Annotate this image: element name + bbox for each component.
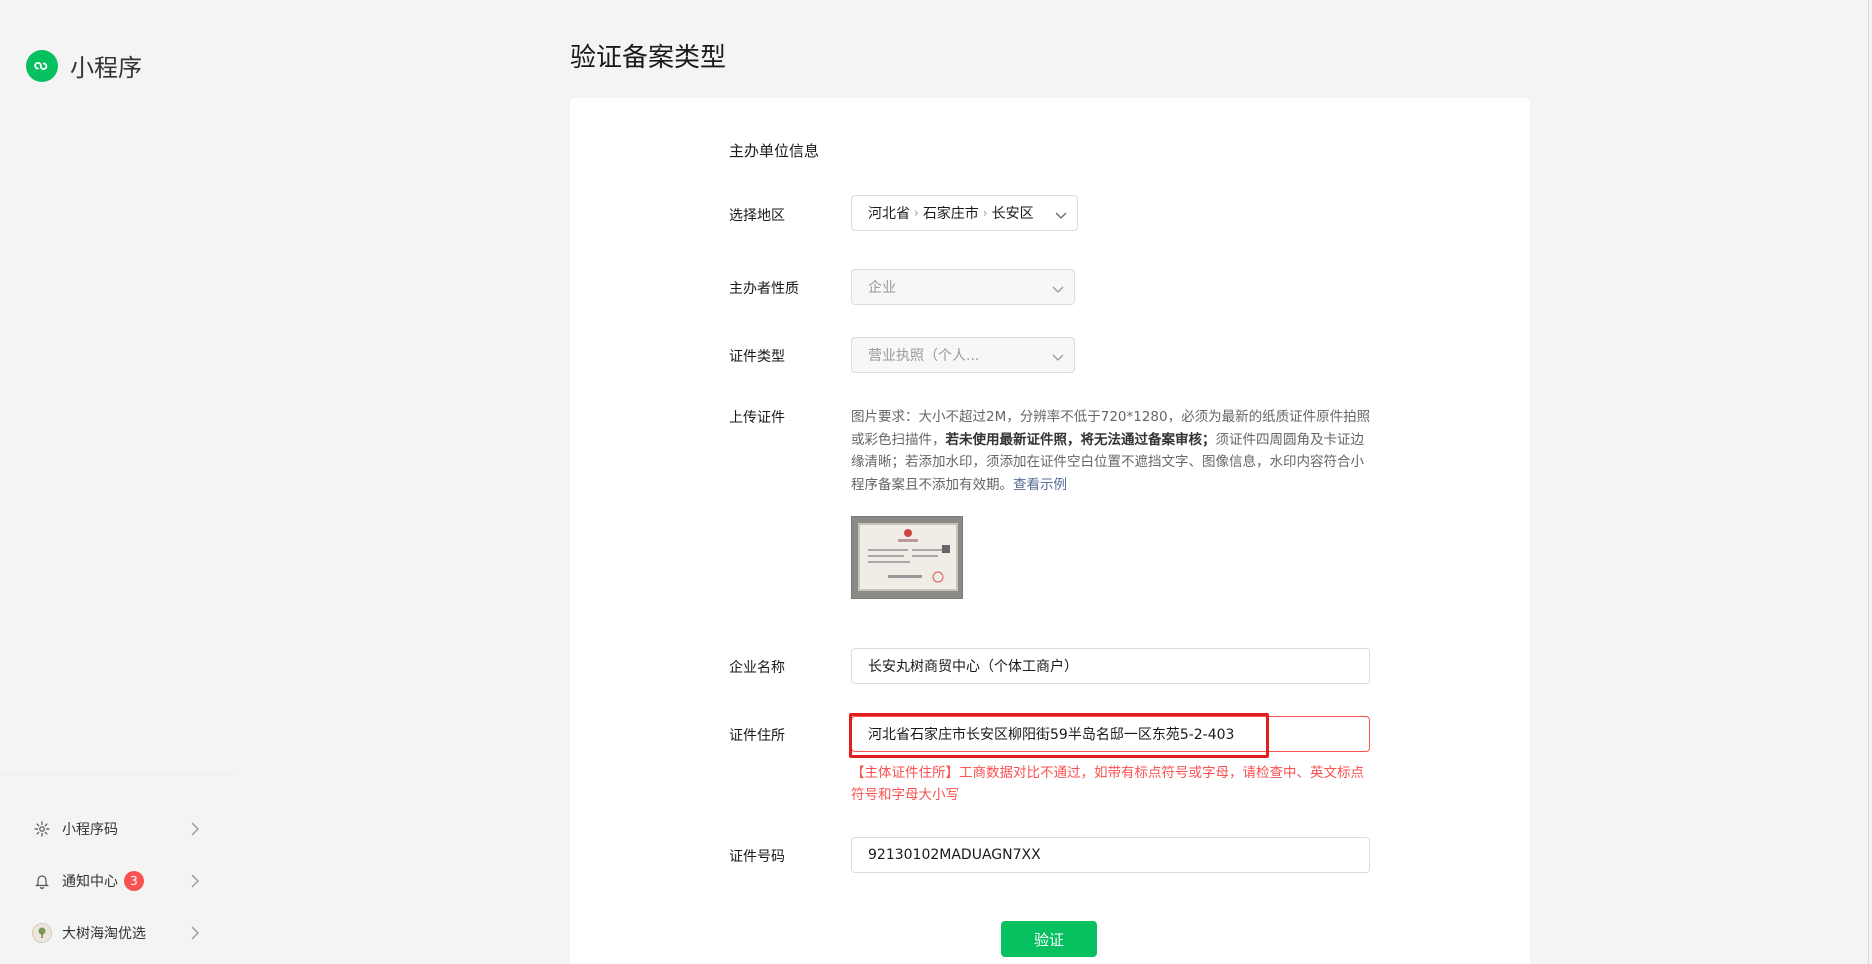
section-title: 主办单位信息	[729, 142, 820, 160]
company-name-input[interactable]: 长安丸树商贸中心（个体工商户）	[851, 648, 1370, 684]
chevron-right-icon	[190, 821, 200, 841]
upload-requirements: 图片要求：大小不超过2M，分辨率不低于720*1280，必须为最新的纸质证件原件…	[851, 406, 1371, 496]
sidebar-item-label: 通知中心	[62, 874, 118, 890]
license-image	[858, 523, 958, 591]
app-logo[interactable]: 小程序	[26, 48, 142, 83]
cert-type-label: 证件类型	[729, 349, 785, 365]
district-value: 长安区	[991, 206, 1034, 222]
chevron-right-icon	[190, 873, 200, 893]
organizer-type-value: 企业	[868, 280, 896, 296]
page-title: 验证备案类型	[570, 43, 727, 73]
sidebar-item-label: 小程序码	[62, 822, 118, 838]
region-label: 选择地区	[729, 208, 785, 224]
province-value: 河北省	[868, 206, 910, 222]
sidebar-item-label: 大树海淘优选	[62, 926, 146, 942]
cert-number-input[interactable]: 92130102MADUAGN7XX	[851, 837, 1370, 873]
sidebar-item-qrcode[interactable]: 小程序码	[32, 817, 200, 841]
notification-count-badge: 3	[124, 871, 144, 891]
uploaded-license-thumbnail[interactable]	[851, 516, 963, 599]
chevron-down-icon	[1055, 208, 1067, 224]
organizer-type-label: 主办者性质	[729, 281, 799, 297]
company-name-value: 长安丸树商贸中心（个体工商户）	[868, 659, 1078, 675]
sidebar-item-notifications[interactable]: 通知中心 3	[32, 869, 200, 893]
tree-avatar-icon	[32, 923, 52, 943]
account-avatar	[32, 923, 52, 943]
scrollbar-track-line	[1868, 0, 1869, 964]
app-name: 小程序	[70, 54, 142, 82]
company-name-label: 企业名称	[729, 660, 785, 676]
upload-hint-warning: 若未使用最新证件照，将无法通过备案审核；	[945, 431, 1216, 448]
city-value: 石家庄市	[922, 206, 979, 222]
qrcode-sun-icon	[32, 819, 52, 839]
organizer-type-select[interactable]: 企业	[851, 269, 1075, 305]
chevron-right-icon: ›	[982, 206, 988, 220]
chevron-down-icon	[1052, 282, 1064, 298]
highlight-annotation-box	[849, 713, 1269, 758]
view-example-link[interactable]: 查看示例	[1013, 477, 1067, 493]
chevron-right-icon: ›	[914, 206, 919, 220]
cert-number-value: 92130102MADUAGN7XX	[868, 847, 1041, 863]
bell-icon	[32, 871, 52, 891]
sidebar-item-account[interactable]: 大树海淘优选	[32, 921, 200, 945]
sidebar: 小程序 小程序码 通知中心 3 大树海淘优选	[0, 0, 235, 964]
verify-button[interactable]: 验证	[1001, 921, 1097, 957]
region-selector[interactable]: 河北省 › 石家庄市 › 长安区	[851, 195, 1078, 231]
upload-label: 上传证件	[729, 410, 785, 426]
cert-number-label: 证件号码	[729, 849, 785, 865]
cert-type-select[interactable]: 营业执照（个人...	[851, 337, 1075, 373]
cert-address-label: 证件住所	[729, 728, 785, 744]
scrollbar[interactable]	[1862, 0, 1872, 964]
mini-program-logo-icon	[26, 49, 58, 82]
cert-address-error: 【主体证件住所】工商数据对比不通过，如带有标点符号或字母，请检查中、英文标点符号…	[851, 765, 1364, 803]
chevron-right-icon	[190, 925, 200, 945]
chevron-down-icon	[1052, 350, 1064, 366]
cert-type-value: 营业执照（个人...	[868, 348, 980, 364]
